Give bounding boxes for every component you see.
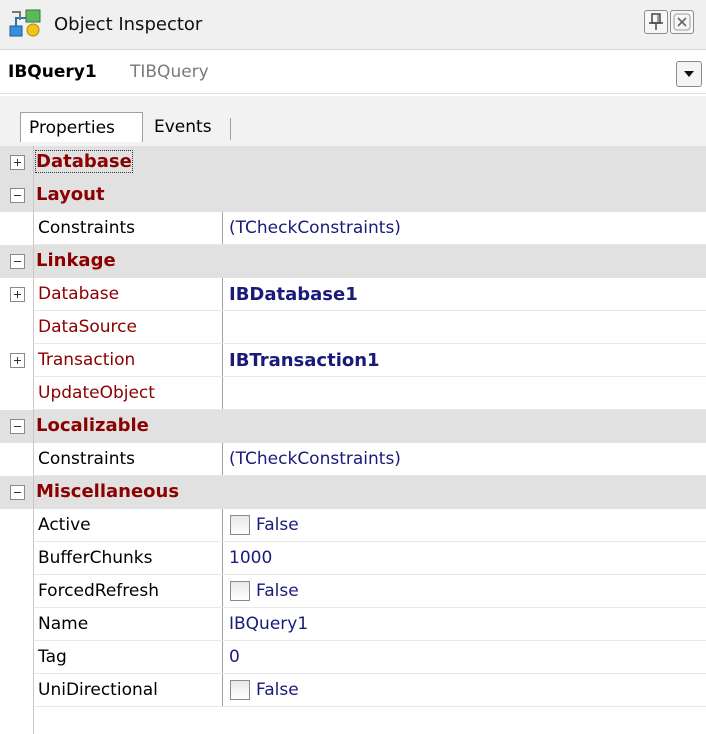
active-checkbox[interactable] (230, 515, 250, 535)
category-label: Database (35, 150, 133, 173)
object-selector[interactable]: IBQuery1 TIBQuery (0, 52, 706, 94)
property-name: DataSource (38, 317, 137, 337)
property-row-updateobject[interactable]: UpdateObject (0, 377, 706, 410)
chevron-down-icon (684, 71, 694, 77)
property-value[interactable]: IBDatabase1 (229, 284, 358, 305)
tab-strip: Properties Events (0, 96, 706, 146)
category-row-linkage[interactable]: Linkage (0, 245, 706, 278)
window-title: Object Inspector (54, 14, 203, 35)
property-value[interactable]: 1000 (229, 548, 272, 568)
minus-icon[interactable] (10, 485, 25, 500)
category-row-localizable[interactable]: Localizable (0, 410, 706, 443)
category-label: Localizable (36, 415, 149, 436)
property-row-constraints[interactable]: Constraints (TCheckConstraints) (0, 443, 706, 476)
property-name: UpdateObject (38, 383, 155, 403)
property-value[interactable]: IBQuery1 (229, 614, 308, 634)
property-row-name[interactable]: Name IBQuery1 (0, 608, 706, 641)
property-name: Constraints (38, 218, 135, 238)
property-row-transaction[interactable]: Transaction IBTransaction1 (0, 344, 706, 377)
minus-icon[interactable] (10, 254, 25, 269)
property-value[interactable]: 0 (229, 647, 240, 667)
category-row-layout[interactable]: Layout (0, 179, 706, 212)
unidirectional-checkbox[interactable] (230, 680, 250, 700)
plus-icon[interactable] (10, 353, 25, 368)
property-name: Name (38, 614, 89, 634)
category-label: Miscellaneous (36, 481, 180, 502)
property-name: ForcedRefresh (38, 581, 159, 601)
tab-events[interactable]: Events (150, 112, 236, 142)
property-row-datasource[interactable]: DataSource (0, 311, 706, 344)
property-name: Constraints (38, 449, 135, 469)
property-name: Database (38, 284, 120, 304)
category-row-miscellaneous[interactable]: Miscellaneous (0, 476, 706, 509)
minus-icon[interactable] (10, 188, 25, 203)
object-inspector-icon (8, 6, 44, 40)
property-row-bufferchunks[interactable]: BufferChunks 1000 (0, 542, 706, 575)
property-row-constraints[interactable]: Constraints (TCheckConstraints) (0, 212, 706, 245)
category-row-database[interactable]: Database (0, 146, 706, 179)
property-value[interactable]: (TCheckConstraints) (229, 218, 401, 238)
category-label: Layout (36, 184, 105, 205)
property-row-tag[interactable]: Tag 0 (0, 641, 706, 674)
title-bar: Object Inspector (0, 0, 706, 50)
minus-icon[interactable] (10, 419, 25, 434)
pin-icon[interactable] (644, 10, 668, 34)
plus-icon[interactable] (10, 155, 25, 170)
property-value: False (256, 680, 299, 700)
property-row-forcedrefresh[interactable]: ForcedRefresh False (0, 575, 706, 608)
property-value: False (256, 581, 299, 601)
property-name: Transaction (38, 350, 136, 370)
close-icon[interactable] (670, 10, 694, 34)
property-value: False (256, 515, 299, 535)
property-row-database[interactable]: Database IBDatabase1 (0, 278, 706, 311)
tab-properties[interactable]: Properties (20, 112, 143, 142)
property-row-unidirectional[interactable]: UniDirectional False (0, 674, 706, 707)
object-name: IBQuery1 (8, 62, 97, 82)
plus-icon[interactable] (10, 287, 25, 302)
tab-separator (230, 118, 231, 140)
property-grid: Database Layout Constraints (TCheckConst… (0, 146, 706, 734)
property-name: Tag (38, 647, 67, 667)
property-value[interactable]: IBTransaction1 (229, 350, 380, 371)
property-row-active[interactable]: Active False (0, 509, 706, 542)
property-name: Active (38, 515, 91, 535)
property-value[interactable]: (TCheckConstraints) (229, 449, 401, 469)
object-type: TIBQuery (130, 62, 209, 82)
property-name: BufferChunks (38, 548, 153, 568)
property-name: UniDirectional (38, 680, 158, 700)
forcedrefresh-checkbox[interactable] (230, 581, 250, 601)
category-label: Linkage (36, 250, 116, 271)
dropdown-button[interactable] (676, 61, 702, 87)
